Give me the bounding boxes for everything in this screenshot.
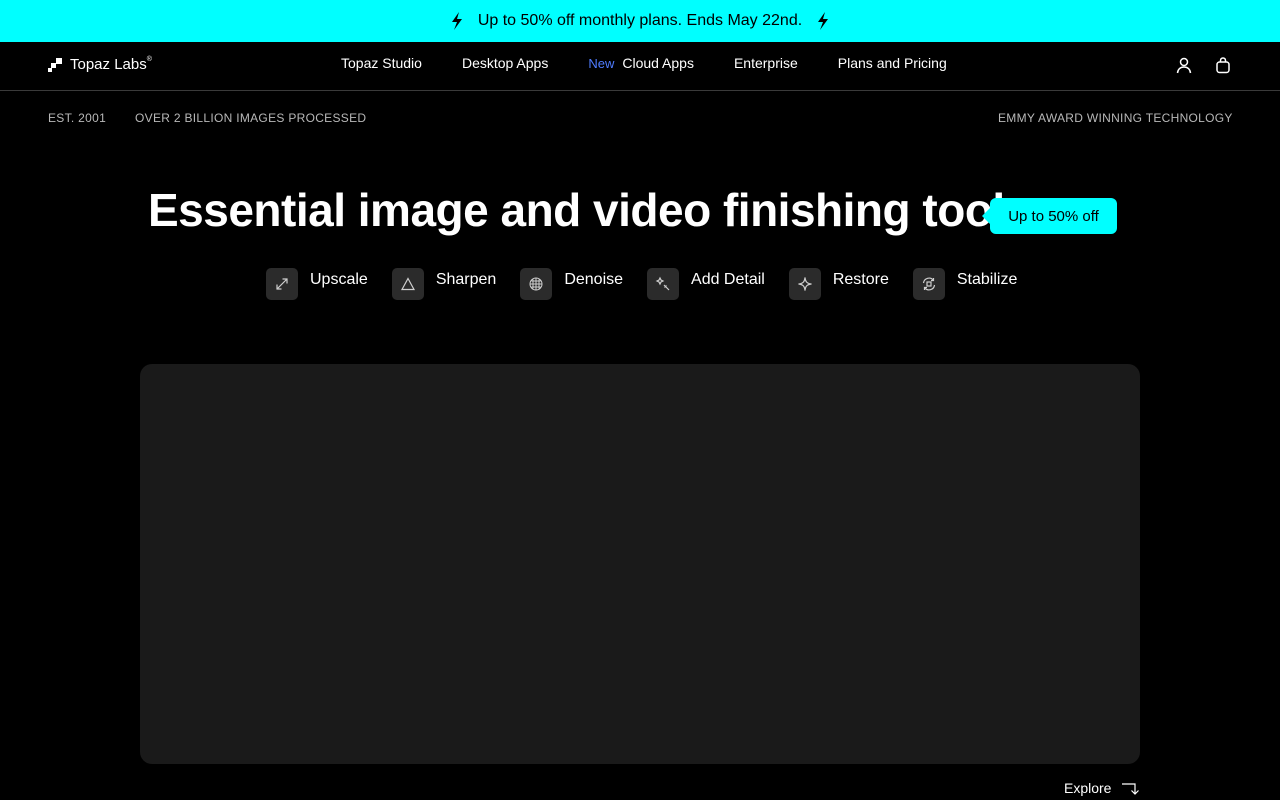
- sparkle-wand-icon: [647, 268, 680, 300]
- nav-item-label: Plans and Pricing: [837, 55, 947, 71]
- logo-mark-icon: [48, 57, 62, 72]
- lightning-bolt-icon: [816, 12, 830, 30]
- hero-headline: Essential image and video finishing tool…: [148, 184, 1043, 236]
- brand-name: Topaz Labs®: [70, 56, 152, 73]
- nav-item-desktop-apps[interactable]: Desktop Apps: [462, 55, 548, 71]
- grid-circle-icon: [520, 268, 553, 300]
- rotate-frame-icon: [912, 268, 945, 300]
- tool-denoise[interactable]: Denoise: [520, 268, 623, 300]
- nav-item-label: Desktop Apps: [461, 55, 549, 71]
- nav-item-enterprise[interactable]: Enterprise: [734, 55, 798, 71]
- tool-label: Denoise: [564, 271, 624, 288]
- nav-item-label: Cloud Apps: [622, 55, 694, 71]
- triangle-icon: [391, 268, 424, 300]
- corner-arrow-icon: [1121, 781, 1141, 795]
- tool-label: Stabilize: [956, 271, 1018, 288]
- tool-label: Upscale: [310, 271, 368, 288]
- main-menu: Topaz Studio Desktop Apps New Cloud Apps…: [341, 55, 947, 71]
- nav-item-cloud-apps[interactable]: New Cloud Apps: [588, 55, 694, 71]
- tool-sharpen[interactable]: Sharpen: [391, 268, 497, 300]
- tool-upscale[interactable]: Upscale: [266, 268, 368, 300]
- images-processed-text: OVER 2 BILLION IMAGES PROCESSED: [135, 111, 367, 125]
- nav-item-plans-and-pricing[interactable]: Plans and Pricing: [838, 55, 947, 71]
- explore-label: Explore: [1064, 780, 1112, 796]
- discount-pill: Up to 50% off: [982, 198, 1117, 234]
- hero-media-panel: [140, 364, 1140, 764]
- shopping-bag-icon[interactable]: [1214, 56, 1232, 74]
- tool-stabilize[interactable]: Stabilize: [912, 268, 1018, 300]
- tool-label: Restore: [832, 271, 889, 288]
- top-navigation: Topaz Labs® Topaz Studio Desktop Apps Ne…: [0, 42, 1280, 91]
- explore-link[interactable]: Explore: [1064, 780, 1141, 796]
- nav-item-label: Enterprise: [733, 55, 798, 71]
- lightning-bolt-icon: [450, 12, 464, 30]
- star-sparkle-icon: [788, 268, 821, 300]
- tool-label: Sharpen: [435, 271, 497, 288]
- promo-text: Up to 50% off monthly plans. Ends May 22…: [477, 12, 803, 29]
- new-badge: New: [588, 55, 615, 71]
- expand-arrows-icon: [266, 268, 298, 300]
- nav-item-label: Topaz Studio: [341, 55, 422, 71]
- user-icon[interactable]: [1175, 56, 1193, 74]
- tool-restore[interactable]: Restore: [788, 268, 889, 300]
- nav-item-topaz-studio[interactable]: Topaz Studio: [341, 55, 422, 71]
- tool-list: Upscale Sharpen Denoise Add Detail Resto…: [266, 268, 1017, 300]
- tool-add-detail[interactable]: Add Detail: [647, 268, 765, 300]
- tool-label: Add Detail: [691, 271, 765, 288]
- award-text: EMMY AWARD WINNING TECHNOLOGY: [998, 111, 1233, 125]
- promo-banner[interactable]: Up to 50% off monthly plans. Ends May 22…: [0, 0, 1280, 42]
- established-text: EST. 2001: [48, 111, 107, 125]
- brand-logo[interactable]: Topaz Labs®: [48, 56, 152, 73]
